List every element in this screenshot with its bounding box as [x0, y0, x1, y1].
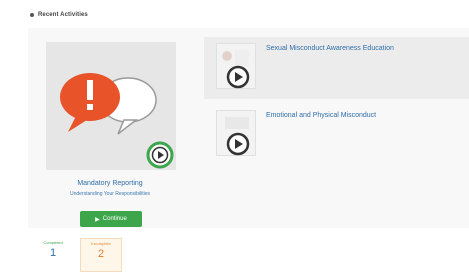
course-title[interactable]: Sexual Misconduct Awareness Education — [266, 45, 394, 52]
section-title: Recent Activities — [38, 12, 88, 18]
incomplete-label: Incomplete — [91, 241, 111, 246]
course-item[interactable]: Sexual Misconduct Awareness Education — [204, 37, 469, 99]
incomplete-count: 2 — [97, 248, 105, 260]
course-item[interactable]: Emotional and Physical Misconduct — [204, 104, 469, 166]
continue-button[interactable]: ▶ Continue — [80, 211, 142, 227]
stats-footer: Completed 1 Incomplete 2 — [28, 232, 469, 279]
featured-course-card[interactable] — [46, 42, 176, 170]
bullet-icon — [30, 13, 34, 17]
incomplete-stat[interactable]: Incomplete 2 — [80, 238, 122, 272]
completed-label: Completed — [43, 240, 63, 245]
featured-course-subtitle[interactable]: Understanding Your Responsibilities — [40, 191, 180, 197]
course-thumbnail — [216, 110, 256, 156]
play-small-icon: ▶ — [95, 216, 100, 223]
completed-stat[interactable]: Completed 1 — [32, 240, 74, 259]
continue-label: Continue — [102, 216, 127, 222]
section-header: Recent Activities — [30, 12, 88, 18]
completed-count: 1 — [49, 247, 57, 259]
course-title[interactable]: Emotional and Physical Misconduct — [266, 112, 376, 119]
play-icon[interactable] — [217, 111, 257, 157]
featured-course-title[interactable]: Mandatory Reporting — [40, 180, 180, 187]
play-icon[interactable] — [46, 42, 176, 170]
play-icon[interactable] — [217, 44, 257, 90]
course-thumbnail — [216, 43, 256, 89]
